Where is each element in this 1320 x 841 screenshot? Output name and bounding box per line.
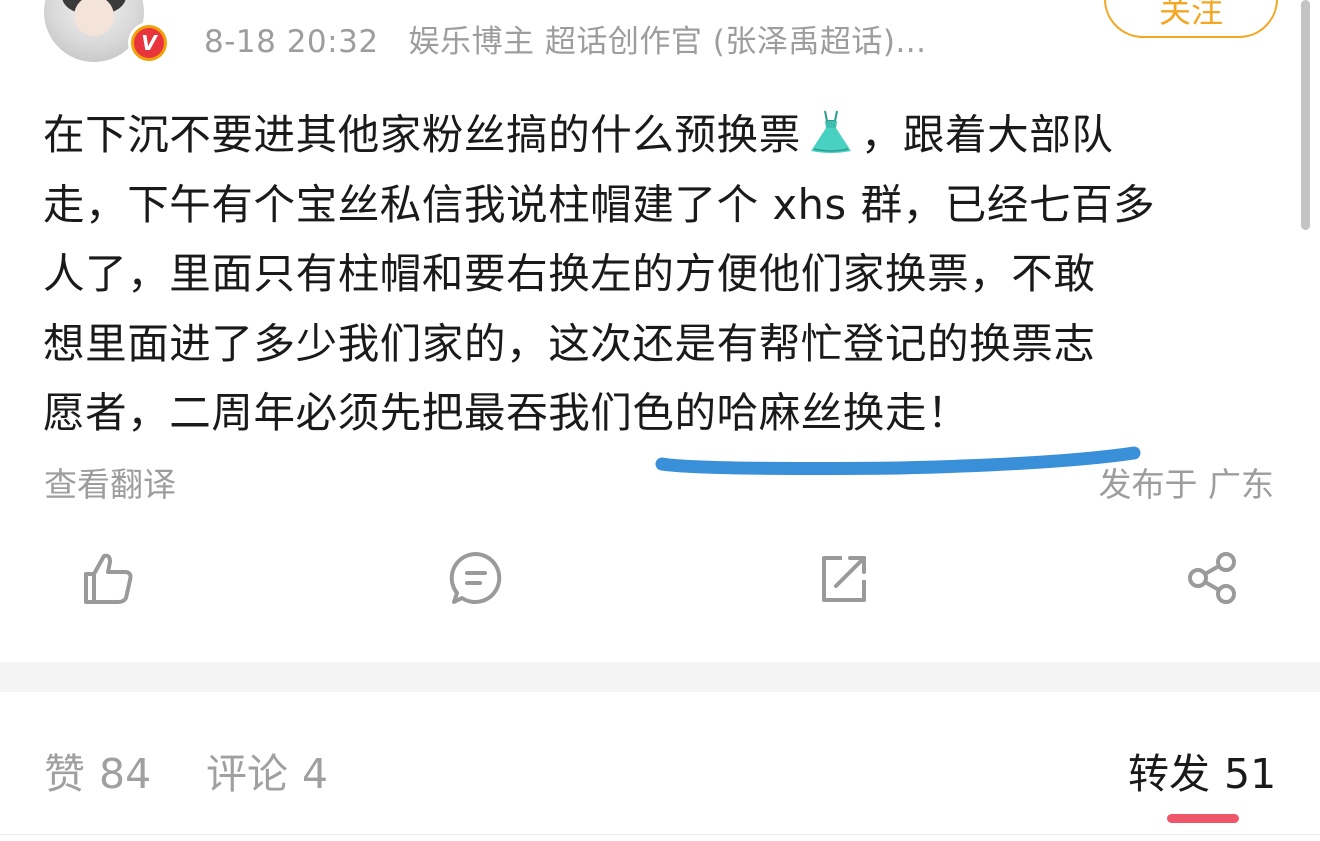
like-button[interactable] xyxy=(80,550,136,606)
action-bar xyxy=(0,550,1320,620)
bottom-divider xyxy=(0,834,1320,835)
interaction-tabs: 赞 84 评论 4 转发 51 xyxy=(0,692,1320,841)
post-location: 发布于 广东 xyxy=(1098,465,1275,504)
translate-link[interactable]: 查看翻译 xyxy=(44,458,176,506)
share-button[interactable] xyxy=(1184,550,1240,606)
tab-reposts-label: 转发 xyxy=(1128,750,1210,798)
tab-likes[interactable]: 赞 84 xyxy=(44,740,151,800)
thumbs-up-icon xyxy=(84,553,133,604)
tab-reposts[interactable]: 转发 51 xyxy=(1128,740,1276,800)
tab-reposts-count: 51 xyxy=(1224,750,1277,798)
tab-likes-label: 赞 xyxy=(44,750,85,798)
tab-comments[interactable]: 评论 4 xyxy=(206,740,328,800)
share-icon xyxy=(1188,552,1236,604)
section-divider xyxy=(0,662,1320,692)
tab-comments-label: 评论 xyxy=(206,750,288,798)
comment-button[interactable] xyxy=(448,550,504,606)
active-tab-indicator xyxy=(1167,814,1239,823)
comment-icon xyxy=(449,551,502,604)
repost-button[interactable] xyxy=(816,550,872,606)
repost-icon xyxy=(822,556,866,602)
tab-likes-count: 84 xyxy=(99,750,152,798)
tab-comments-count: 4 xyxy=(302,750,329,798)
